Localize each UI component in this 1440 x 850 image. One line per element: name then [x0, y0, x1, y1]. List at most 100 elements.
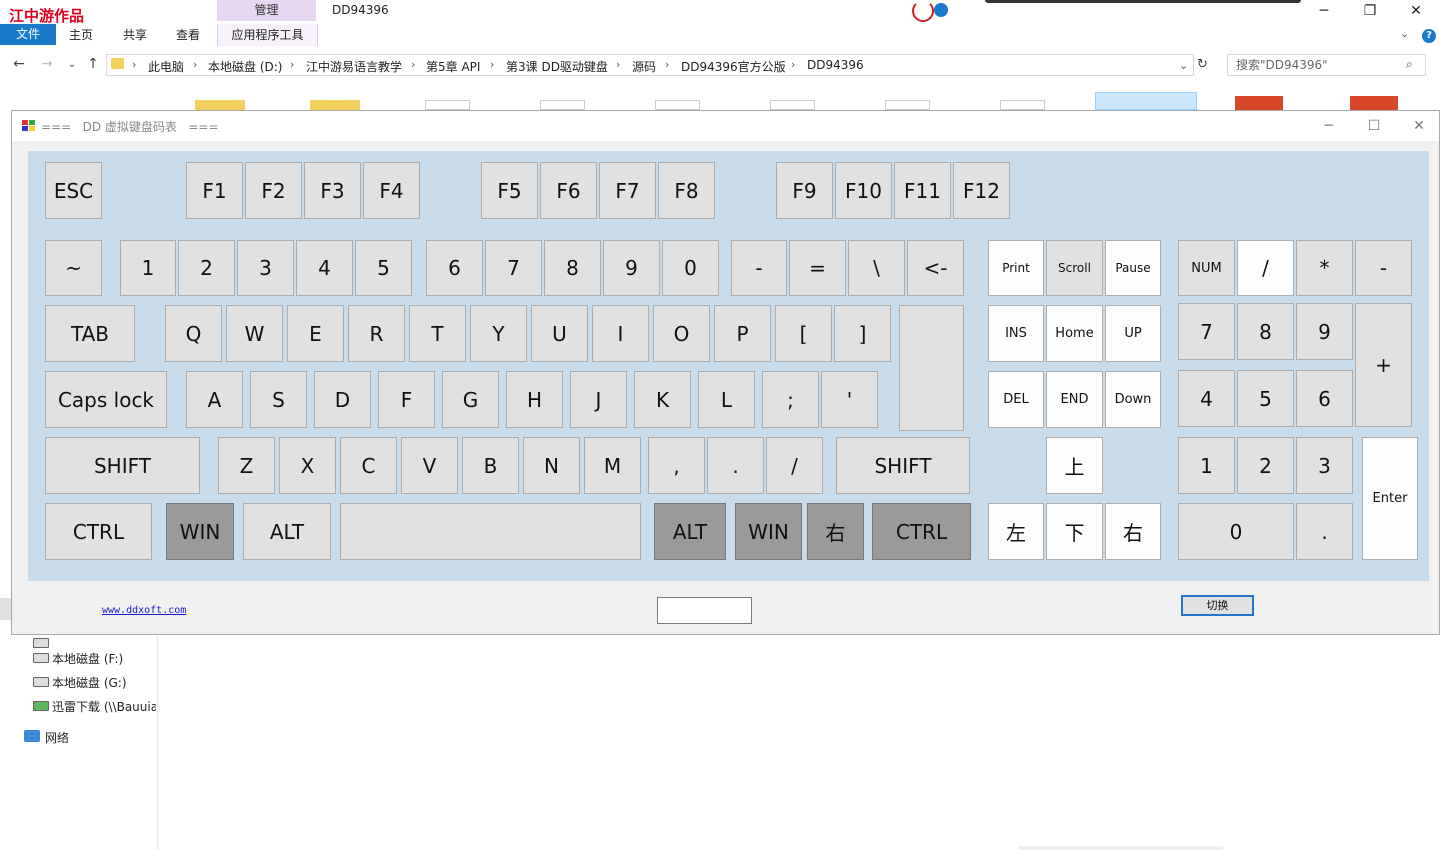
key-o[interactable]: O: [653, 305, 710, 362]
key-b[interactable]: B: [462, 437, 519, 494]
key-comma[interactable]: ,: [648, 437, 705, 494]
breadcrumb-item[interactable]: DD94396官方公版: [681, 58, 786, 75]
key-l[interactable]: L: [698, 371, 755, 428]
address-dropdown-icon[interactable]: ⌄: [1179, 59, 1188, 72]
file-thumbnail[interactable]: [1000, 100, 1045, 110]
key-insert[interactable]: INS: [988, 305, 1044, 362]
key-arrow-up[interactable]: 上: [1046, 437, 1103, 494]
key-num-decimal[interactable]: .: [1296, 503, 1353, 560]
breadcrumb-item[interactable]: 第3课 DD驱动键盘: [506, 58, 608, 75]
key-u[interactable]: U: [531, 305, 588, 362]
key-right-shift[interactable]: SHIFT: [836, 437, 970, 494]
switch-button[interactable]: 切换: [1181, 595, 1254, 616]
key-c[interactable]: C: [340, 437, 397, 494]
key-f7[interactable]: F7: [599, 162, 656, 219]
key-num-subtract[interactable]: -: [1355, 240, 1412, 296]
tab-home[interactable]: 主页: [69, 24, 93, 46]
key-num-3[interactable]: 3: [1296, 437, 1353, 494]
key-f6[interactable]: F6: [540, 162, 597, 219]
key-y[interactable]: Y: [470, 305, 527, 362]
key-f12[interactable]: F12: [953, 162, 1010, 219]
breadcrumb-item[interactable]: 江中游易语言教学: [306, 58, 402, 75]
key-num-multiply[interactable]: *: [1296, 240, 1353, 296]
minimize-window-button[interactable]: ─: [1301, 0, 1347, 22]
key-num-0[interactable]: 0: [1178, 503, 1294, 560]
dialog-maximize-button[interactable]: ☐: [1354, 115, 1394, 137]
key-left-alt[interactable]: ALT: [243, 503, 331, 560]
key-menu[interactable]: 右: [807, 503, 864, 560]
file-thumbnail[interactable]: [770, 100, 815, 110]
key-end[interactable]: END: [1046, 371, 1103, 428]
key-num-2[interactable]: 2: [1237, 437, 1294, 494]
key-f2[interactable]: F2: [245, 162, 302, 219]
key-right-win[interactable]: WIN: [735, 503, 802, 560]
key-p[interactable]: P: [714, 305, 771, 362]
nav-drive-g[interactable]: 本地磁盘 (G:): [52, 674, 127, 691]
status-field[interactable]: [657, 597, 752, 624]
key-num-enter[interactable]: Enter: [1362, 437, 1418, 560]
key-f1[interactable]: F1: [186, 162, 243, 219]
key-page-down[interactable]: Down: [1105, 371, 1161, 428]
website-link[interactable]: www.ddxoft.com: [102, 605, 186, 616]
app-thumbnail[interactable]: [1235, 96, 1283, 110]
breadcrumb-item[interactable]: 源码: [632, 58, 656, 75]
tab-application-tools[interactable]: 应用程序工具: [217, 24, 318, 46]
dialog-minimize-button[interactable]: ─: [1309, 115, 1349, 137]
key-k[interactable]: K: [634, 371, 691, 428]
key-v[interactable]: V: [401, 437, 458, 494]
breadcrumb-item[interactable]: DD94396: [807, 58, 864, 72]
refresh-icon[interactable]: ↻: [1197, 57, 1208, 72]
key-home[interactable]: Home: [1046, 305, 1103, 362]
key-num-add[interactable]: +: [1355, 303, 1412, 427]
dialog-close-button[interactable]: ✕: [1399, 115, 1439, 137]
key-f11[interactable]: F11: [894, 162, 951, 219]
nav-network-drive[interactable]: 迅雷下载 (\\Bauuia: [52, 698, 156, 715]
tab-file[interactable]: 文件: [0, 24, 56, 45]
up-arrow-icon[interactable]: ↑: [84, 56, 102, 72]
key-3[interactable]: 3: [237, 240, 294, 296]
key-x[interactable]: X: [279, 437, 336, 494]
search-icon[interactable]: ⌕: [1406, 57, 1413, 72]
nav-network[interactable]: 网络: [45, 729, 69, 746]
restore-window-button[interactable]: ❐: [1347, 0, 1393, 22]
key-left-bracket[interactable]: [: [775, 305, 832, 362]
key-backspace[interactable]: <-: [907, 240, 964, 296]
key-num-5[interactable]: 5: [1237, 370, 1294, 427]
folder-thumbnail[interactable]: [310, 100, 360, 110]
key-1[interactable]: 1: [120, 240, 176, 296]
key-backslash[interactable]: \: [848, 240, 905, 296]
key-esc[interactable]: ESC: [45, 162, 102, 219]
key-num-9[interactable]: 9: [1296, 303, 1353, 360]
key-a[interactable]: A: [186, 371, 243, 428]
key-num-4[interactable]: 4: [1178, 370, 1235, 427]
key-f9[interactable]: F9: [776, 162, 833, 219]
key-left-win[interactable]: WIN: [166, 503, 234, 560]
key-num-divide[interactable]: /: [1237, 240, 1294, 296]
key-arrow-right[interactable]: 右: [1105, 503, 1161, 560]
key-right-bracket[interactable]: ]: [834, 305, 891, 362]
breadcrumb-item[interactable]: 本地磁盘 (D:): [208, 58, 282, 75]
key-enter[interactable]: [899, 305, 964, 431]
key-left-shift[interactable]: SHIFT: [45, 437, 200, 494]
selected-file-thumbnail[interactable]: [1095, 92, 1197, 110]
key-scroll[interactable]: Scroll: [1046, 240, 1103, 296]
help-icon[interactable]: ?: [1422, 29, 1436, 43]
key-equals[interactable]: =: [789, 240, 846, 296]
key-2[interactable]: 2: [178, 240, 235, 296]
key-8[interactable]: 8: [544, 240, 601, 296]
key-i[interactable]: I: [592, 305, 649, 362]
key-f5[interactable]: F5: [481, 162, 538, 219]
key-6[interactable]: 6: [426, 240, 483, 296]
key-num-8[interactable]: 8: [1237, 303, 1294, 360]
app-thumbnail[interactable]: [1350, 96, 1398, 110]
key-7[interactable]: 7: [485, 240, 542, 296]
key-period[interactable]: .: [707, 437, 764, 494]
tab-view[interactable]: 查看: [176, 24, 200, 46]
key-caps-lock[interactable]: Caps lock: [45, 371, 167, 428]
search-input[interactable]: 搜索"DD94396": [1227, 54, 1426, 76]
key-space[interactable]: [340, 503, 641, 560]
key-m[interactable]: M: [584, 437, 641, 494]
key-4[interactable]: 4: [296, 240, 353, 296]
key-d[interactable]: D: [314, 371, 371, 428]
key-tab[interactable]: TAB: [45, 305, 135, 362]
